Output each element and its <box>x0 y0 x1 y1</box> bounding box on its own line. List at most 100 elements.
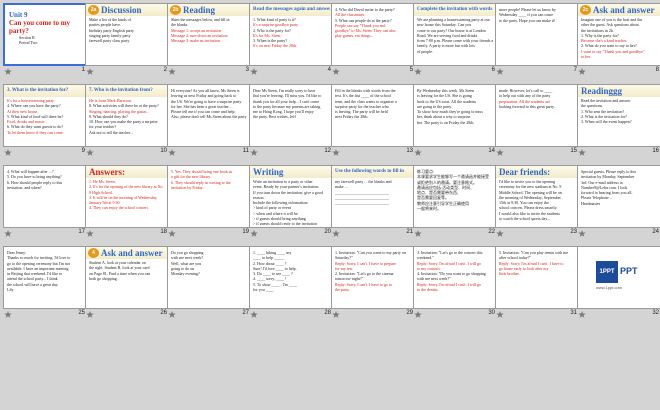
slide-cell[interactable]: 1. ____ hiking ____ my ____ to help ____… <box>249 246 333 322</box>
slide-cell[interactable]: 2a Discussion Make a list of the kinds of p… <box>85 3 169 79</box>
slide-thumbnail[interactable]: 3. Invitation: "Let's go to the concert … <box>413 246 497 309</box>
slide-cell[interactable]: made. However, let's call to ____ to help… <box>495 84 579 160</box>
slide-thumbnail[interactable]: Readinggg Read the invitation and answer t… <box>577 84 660 147</box>
slide-transition-icon[interactable] <box>4 311 12 318</box>
slide-transition-icon[interactable] <box>578 311 586 318</box>
slide-thumbnail[interactable]: made. However, let's call to ____ to help… <box>495 84 579 147</box>
slide-cell[interactable]: 5. Yes. They should bring one book as a … <box>167 165 251 241</box>
slide-transition-icon[interactable] <box>496 68 504 75</box>
slide-thumbnail[interactable]: Dear Ms Steen, I'm really sorry to hear t… <box>249 84 333 147</box>
slide-thumbnail[interactable]: Fill in the blanks with words from the te… <box>331 84 415 147</box>
slide-thumbnail[interactable]: 4 Ask and answer Student A, look at your c… <box>85 246 169 309</box>
slide-cell[interactable]: Do you go shopping with me next week? Well… <box>167 246 251 322</box>
slide-text-line: to the party. Hope you can make it! <box>499 17 556 23</box>
slide-thumbnail[interactable]: 1PPT PPT www.1ppt.com <box>577 246 660 309</box>
slide-cell[interactable]: 4. Who did David invite to the party? Al… <box>331 3 415 79</box>
slide-body: 3. Invitation: "Let's go to the concert … <box>417 250 493 306</box>
slide-transition-icon[interactable] <box>414 149 422 156</box>
slide-transition-icon[interactable] <box>414 230 422 237</box>
slide-thumbnail[interactable]: more people! Please let us know by Wednes… <box>495 3 579 66</box>
slide-cell[interactable]: By Wednesday this week. Ms Steen is leavi… <box>413 84 497 160</box>
slide-transition-icon[interactable] <box>250 149 258 156</box>
slide-transition-icon[interactable] <box>250 230 258 237</box>
slide-thumbnail[interactable]: 1. Invitation: "Can you come to my party… <box>331 246 415 309</box>
slide-cell[interactable]: 4 Ask and answer Student A, look at your c… <box>85 246 169 322</box>
slide-transition-icon[interactable] <box>332 311 340 318</box>
slide-cell[interactable]: Complete the invitation with words We are… <box>413 3 497 79</box>
slide-thumbnail[interactable]: Writing Write an invitation to a party or… <box>249 165 333 228</box>
slide-cell[interactable]: 3. What is the invitation for? It's for a… <box>3 84 87 160</box>
slide-cell[interactable]: 1PPT PPT www.1ppt.com 32 <box>577 246 660 322</box>
slide-thumbnail[interactable]: Dear friends: I'd like to invite you to t… <box>495 165 579 228</box>
slide-thumbnail[interactable]: By Wednesday this week. Ms Steen is leavi… <box>413 84 497 147</box>
slide-transition-icon[interactable] <box>496 149 504 156</box>
slide-cell[interactable]: Fill in the blanks with words from the te… <box>331 84 415 160</box>
slide-transition-icon[interactable] <box>414 68 422 75</box>
slide-transition-icon[interactable] <box>168 230 176 237</box>
slide-cell[interactable]: 练习要点: 本课要求学生能够写一个邀请函并能接受 或拒绝别人的邀请。要注意格式。 邀请… <box>413 165 497 241</box>
slide-transition-icon[interactable] <box>4 230 12 237</box>
slide-thumbnail[interactable]: Unit 9 Can you come to my party? Section B… <box>3 3 87 66</box>
slide-transition-icon[interactable] <box>332 149 340 156</box>
slide-cell[interactable]: Dear Jenny: Thanks so much for inviting. … <box>3 246 87 322</box>
slide-transition-icon[interactable] <box>250 68 258 75</box>
slide-cell[interactable]: Writing Write an invitation to a party or… <box>249 165 333 241</box>
slide-cell[interactable]: Hi everyone! As you all know, Ms Steen i… <box>167 84 251 160</box>
slide-cell[interactable]: Special guests, Please reply to this invi… <box>577 165 660 241</box>
slide-cell[interactable]: 5. Invitation: "Can you play tennis with… <box>495 246 579 322</box>
slide-thumbnail[interactable]: Use the following words to fill in my far… <box>331 165 415 228</box>
slide-transition-icon[interactable] <box>496 230 504 237</box>
slide-cell[interactable]: Read the messages again and answer 1. Wha… <box>249 3 333 79</box>
slide-transition-icon[interactable] <box>86 149 94 156</box>
slide-thumbnail[interactable]: Do you go shopping with me next week? Well… <box>167 246 251 309</box>
slide-thumbnail[interactable]: 4. Who did David invite to the party? Al… <box>331 3 415 66</box>
slide-transition-icon[interactable] <box>168 149 176 156</box>
slide-transition-icon[interactable] <box>496 311 504 318</box>
slide-thumbnail[interactable]: Read the messages again and answer 1. Wha… <box>249 3 333 66</box>
slide-thumbnail[interactable]: 练习要点: 本课要求学生能够写一个邀请函并能接受 或拒绝别人的邀请。要注意格式。 邀请… <box>413 165 497 228</box>
slide-cell[interactable]: Unit 9 Can you come to my party? Section B… <box>3 3 87 79</box>
slide-cell[interactable]: 2b Reading Skim the messages below, and fi… <box>167 3 251 79</box>
slide-cell[interactable]: 1. Invitation: "Can you come to my party… <box>331 246 415 322</box>
slide-thumbnail[interactable]: 5. Yes. They should bring one book as a … <box>167 165 251 228</box>
slide-cell[interactable]: more people! Please let us know by Wednes… <box>495 3 579 79</box>
slide-thumbnail[interactable]: 1. ____ hiking ____ my ____ to help ____… <box>249 246 333 309</box>
slide-cell[interactable]: 2c Ask and answer Imagine one of you is th… <box>577 3 660 79</box>
slide-thumbnail[interactable]: 2c Ask and answer Imagine one of you is th… <box>577 3 660 66</box>
slide-cell[interactable]: Answers: 1. He Ms. Steen. 2. It's for the … <box>85 165 169 241</box>
slide-transition-icon[interactable] <box>86 68 94 75</box>
slide-thumbnail[interactable]: Answers: 1. He Ms. Steen. 2. It's for the … <box>85 165 169 228</box>
slide-transition-icon[interactable] <box>168 311 176 318</box>
slide-transition-icon[interactable] <box>168 68 176 75</box>
slide-transition-icon[interactable] <box>332 68 340 75</box>
slide-thumbnail[interactable]: 2a Discussion Make a list of the kinds of p… <box>85 3 169 66</box>
slide-transition-icon[interactable] <box>4 68 12 75</box>
slide-thumbnail[interactable]: 5. Invitation: "Can you play tennis with… <box>495 246 579 309</box>
slide-cell[interactable]: Dear Ms Steen, I'm really sorry to hear t… <box>249 84 333 160</box>
slide-thumbnail[interactable]: 7. Who is the invitation from? He is from… <box>85 84 169 147</box>
slide-thumbnail[interactable]: Hi everyone! As you all know, Ms Steen i… <box>167 84 251 147</box>
slide-transition-icon[interactable] <box>578 230 586 237</box>
slide-thumbnail[interactable]: Special guests, Please reply to this invi… <box>577 165 660 228</box>
slide-transition-icon[interactable] <box>86 311 94 318</box>
slide-thumbnail[interactable]: 4. What will happen after ...? 5. Do you … <box>3 165 87 228</box>
slide-thumbnail[interactable]: Dear Jenny: Thanks so much for inviting. … <box>3 246 87 309</box>
slide-thumbnail[interactable]: Complete the invitation with words We are… <box>413 3 497 66</box>
slide-cell[interactable]: Readinggg Read the invitation and answer t… <box>577 84 660 160</box>
slide-number: 17 <box>78 229 85 235</box>
slide-transition-icon[interactable] <box>578 149 586 156</box>
slide-thumbnail[interactable]: 3. What is the invitation for? It's for a… <box>3 84 87 147</box>
slide-cell[interactable]: 3. Invitation: "Let's go to the concert … <box>413 246 497 322</box>
slide-cell[interactable]: 4. What will happen after ...? 5. Do you … <box>3 165 87 241</box>
slide-cell[interactable]: Dear friends: I'd like to invite you to t… <box>495 165 579 241</box>
slide-transition-icon[interactable] <box>414 311 422 318</box>
slide-transition-icon[interactable] <box>86 230 94 237</box>
slide-cell[interactable]: 7. Who is the invitation from? He is from… <box>85 84 169 160</box>
slide-cell[interactable]: Use the following words to fill in my far… <box>331 165 415 241</box>
slide-transition-icon[interactable] <box>250 311 258 318</box>
slide-transition-icon[interactable] <box>578 68 586 75</box>
slide-transition-icon[interactable] <box>4 149 12 156</box>
slide-transition-icon[interactable] <box>332 230 340 237</box>
slide-thumbnail[interactable]: 2b Reading Skim the messages below, and fi… <box>167 3 251 66</box>
slide-number: 31 <box>570 310 577 316</box>
